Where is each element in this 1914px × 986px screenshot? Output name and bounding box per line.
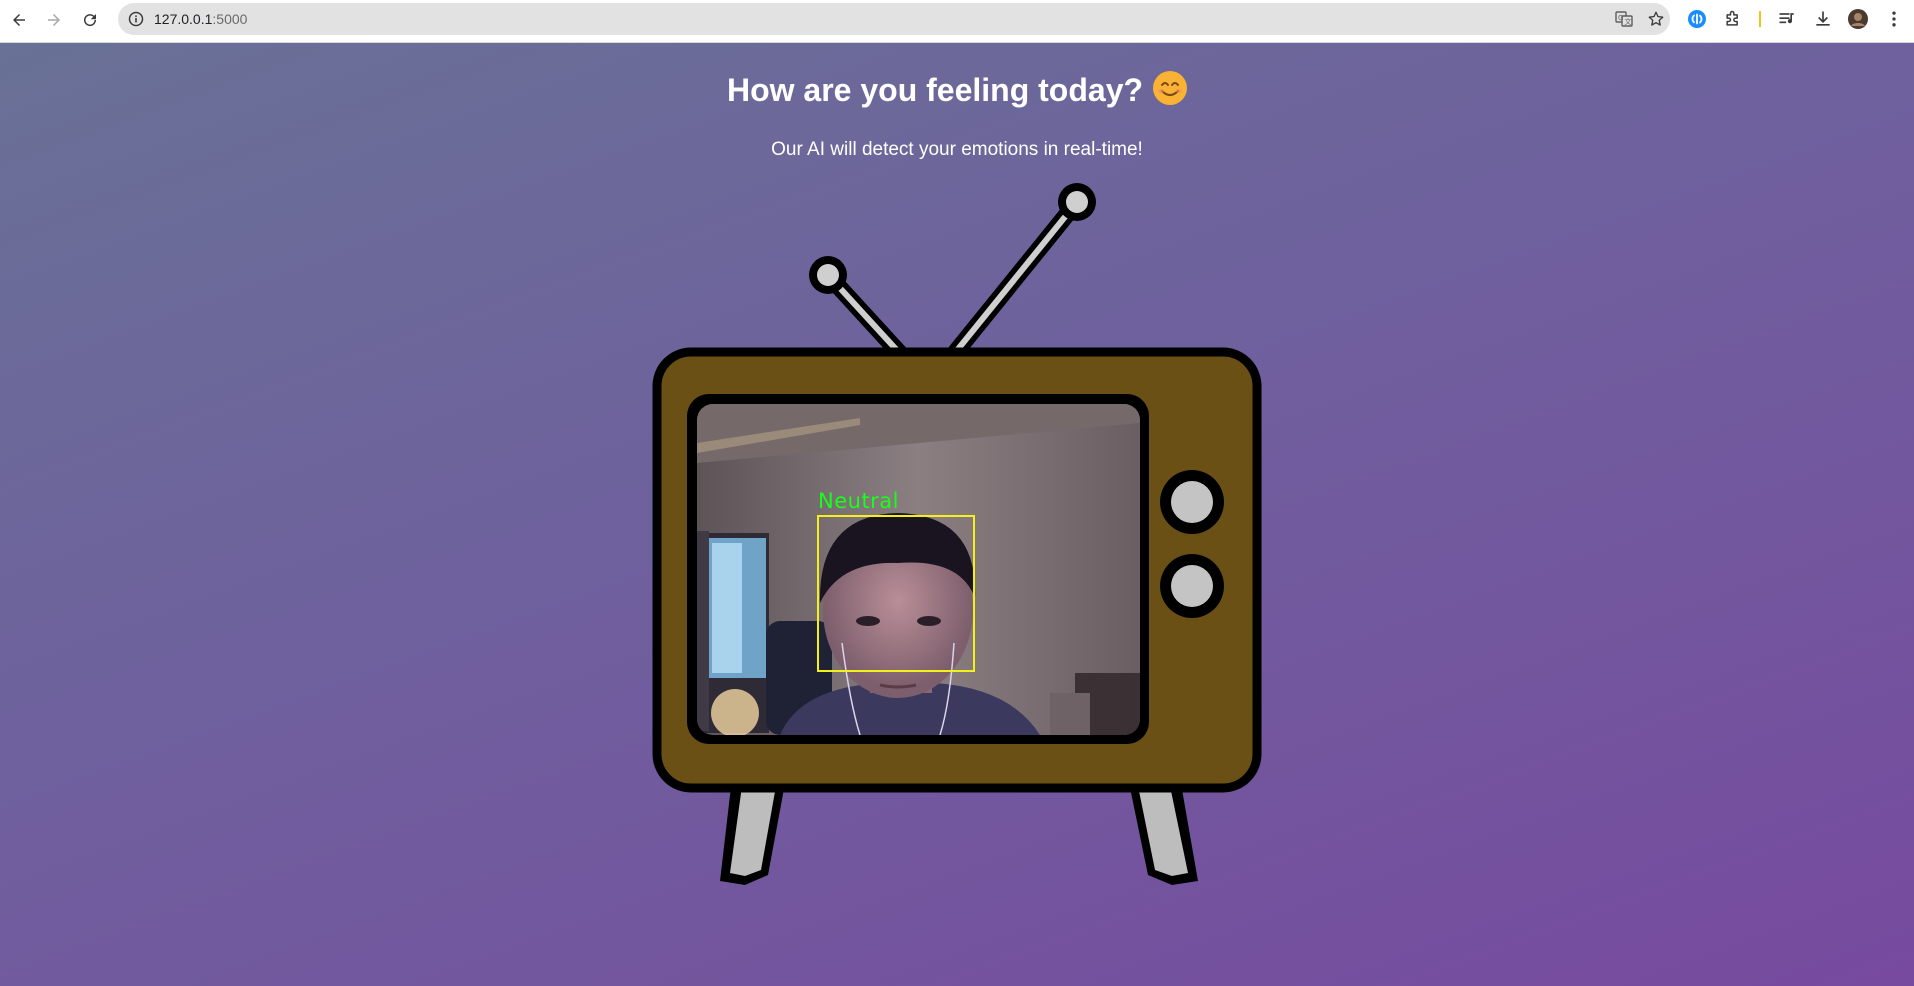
media-controls-button[interactable]	[1775, 7, 1799, 31]
translate-button[interactable]: G文	[1614, 9, 1634, 29]
chrome-menu-button[interactable]	[1882, 7, 1906, 31]
star-icon	[1648, 11, 1664, 26]
url-port: :5000	[212, 11, 248, 27]
profile-button[interactable]	[1846, 7, 1870, 31]
site-info-button[interactable]	[126, 9, 146, 29]
forward-button[interactable]	[40, 6, 68, 34]
tv-knob-top	[1160, 470, 1224, 534]
address-bar[interactable]: 127.0.0.1:5000 G文	[118, 3, 1670, 35]
shazam-extension-button[interactable]	[1685, 7, 1709, 31]
avatar-icon	[1848, 9, 1868, 29]
downloads-button[interactable]	[1811, 7, 1835, 31]
tv-leg-left	[720, 778, 786, 885]
tv-antenna-right	[941, 183, 1096, 368]
face-detection-box	[817, 515, 975, 672]
bookmark-button[interactable]	[1646, 9, 1666, 29]
url-host: 127.0.0.1	[154, 11, 213, 27]
shazam-icon	[1688, 10, 1706, 28]
download-icon	[1816, 11, 1830, 26]
tv-knob-bottom	[1160, 554, 1224, 618]
back-button[interactable]	[5, 6, 33, 34]
svg-text:G: G	[1618, 14, 1623, 22]
emotion-label: Neutral	[818, 489, 900, 513]
arrow-right-icon	[48, 14, 60, 26]
kebab-menu-icon	[1892, 11, 1896, 27]
reload-icon	[84, 14, 97, 27]
extensions-button[interactable]	[1721, 7, 1745, 31]
media-playlist-icon	[1779, 13, 1794, 24]
tv-antenna-left	[809, 256, 914, 368]
translate-icon: G文	[1615, 11, 1633, 27]
info-icon	[128, 11, 144, 27]
browser-toolbar: 127.0.0.1:5000 G文	[0, 0, 1914, 43]
arrow-left-icon	[13, 14, 25, 26]
reload-button[interactable]	[76, 6, 104, 34]
toolbar-separator	[1759, 11, 1761, 27]
url-text: 127.0.0.1:5000	[154, 11, 247, 27]
page-background: How are you feeling today? Our AI will d…	[0, 43, 1914, 986]
svg-text:文: 文	[1625, 17, 1632, 26]
tv-leg-right	[1128, 778, 1198, 885]
puzzle-icon	[1726, 10, 1738, 26]
